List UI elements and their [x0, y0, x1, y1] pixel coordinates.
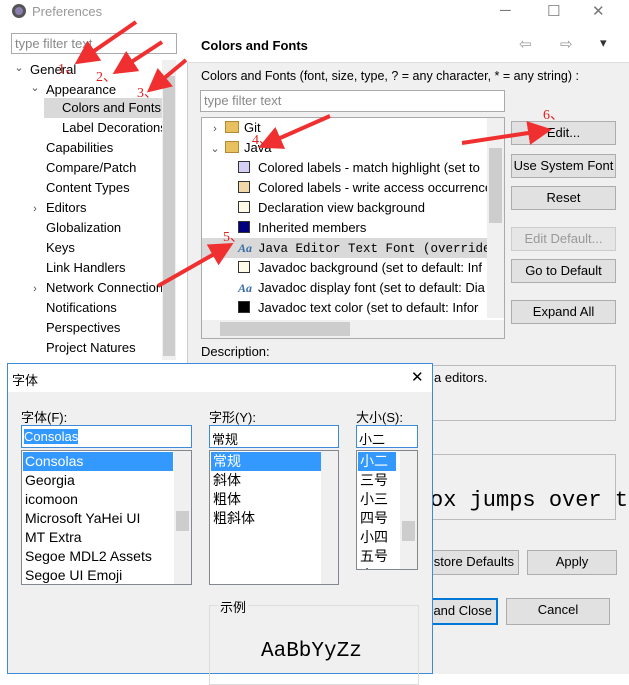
annotation-arrows: [74, 20, 552, 288]
arrow-2: [112, 40, 164, 75]
arrow-6: [461, 121, 552, 145]
annotation-3: 3、: [137, 86, 158, 101]
arrow-5: [157, 243, 234, 288]
arrow-1: [74, 20, 138, 65]
annotation-4: 4、: [252, 133, 273, 148]
annotation-5: 5、: [223, 230, 244, 245]
annotation-2: 2、: [96, 70, 117, 85]
annotation-1: 1、: [58, 62, 79, 77]
annotation-6: 6、: [543, 108, 564, 123]
